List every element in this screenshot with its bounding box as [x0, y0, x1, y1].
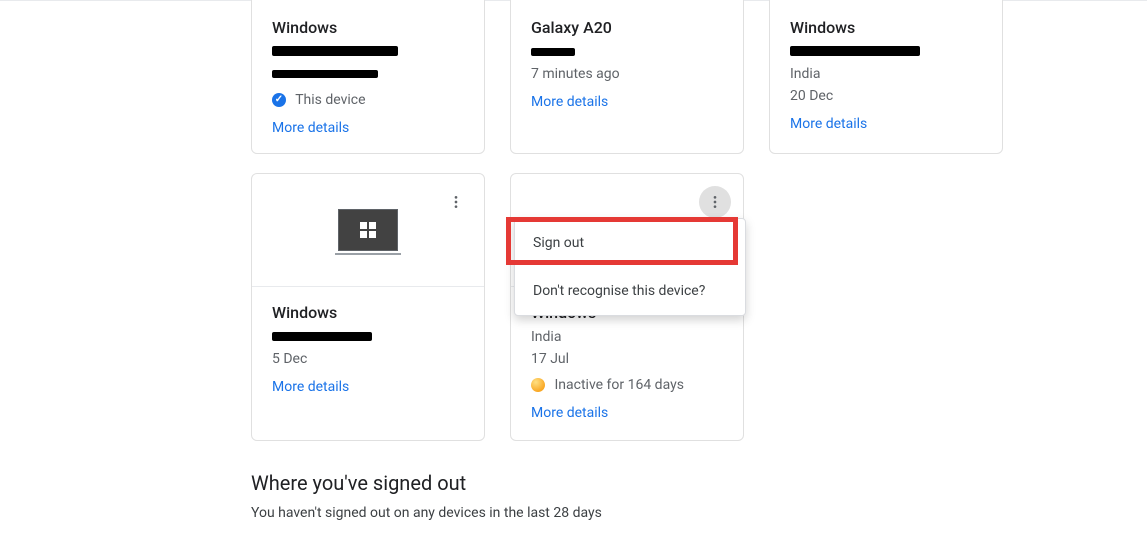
more-details-link[interactable]: More details: [272, 120, 349, 136]
check-icon: ✓: [272, 93, 286, 107]
inactive-label: Inactive for 164 days: [554, 377, 683, 393]
device-location: India: [790, 64, 982, 84]
device-time: 7 minutes ago: [531, 64, 723, 84]
redacted-text: [272, 46, 398, 56]
menu-item-dont-recognise[interactable]: Don't recognise this device?: [515, 267, 745, 315]
device-date: 20 Dec: [790, 86, 982, 106]
signed-out-section: Where you've signed out You haven't sign…: [251, 473, 602, 523]
device-title: Galaxy A20: [531, 18, 723, 38]
more-details-link[interactable]: More details: [531, 94, 608, 110]
device-card: Windows India 20 Dec More details: [769, 0, 1003, 154]
more-vert-icon: [448, 194, 464, 210]
card-menu-button[interactable]: [440, 186, 472, 218]
windows-device-icon: [338, 209, 398, 251]
section-title: Where you've signed out: [251, 473, 602, 493]
redacted-text: [272, 332, 372, 341]
warning-icon: [531, 378, 545, 392]
card-menu-button[interactable]: [699, 186, 731, 218]
redacted-text: [272, 70, 378, 78]
device-date: 5 Dec: [272, 349, 464, 369]
more-details-link[interactable]: More details: [272, 379, 349, 395]
device-date: 17 Jul: [531, 349, 723, 369]
more-details-link[interactable]: More details: [790, 116, 867, 132]
this-device-label: This device: [295, 92, 365, 108]
redacted-text: [531, 48, 575, 56]
device-card: Windows 5 Dec More details: [251, 173, 485, 441]
highlight-box: [506, 217, 738, 265]
device-title: Windows: [790, 18, 982, 38]
device-card: Windows ✓ This device More details: [251, 0, 485, 154]
device-title: Windows: [272, 18, 464, 38]
device-card: Galaxy A20 7 minutes ago More details: [510, 0, 744, 154]
redacted-text: [790, 46, 920, 56]
device-location: India: [531, 327, 723, 347]
more-vert-icon: [707, 194, 723, 210]
section-subtitle: You haven't signed out on any devices in…: [251, 503, 602, 523]
more-details-link[interactable]: More details: [531, 405, 608, 421]
device-title: Windows: [272, 303, 464, 323]
device-image-area: [252, 174, 484, 287]
